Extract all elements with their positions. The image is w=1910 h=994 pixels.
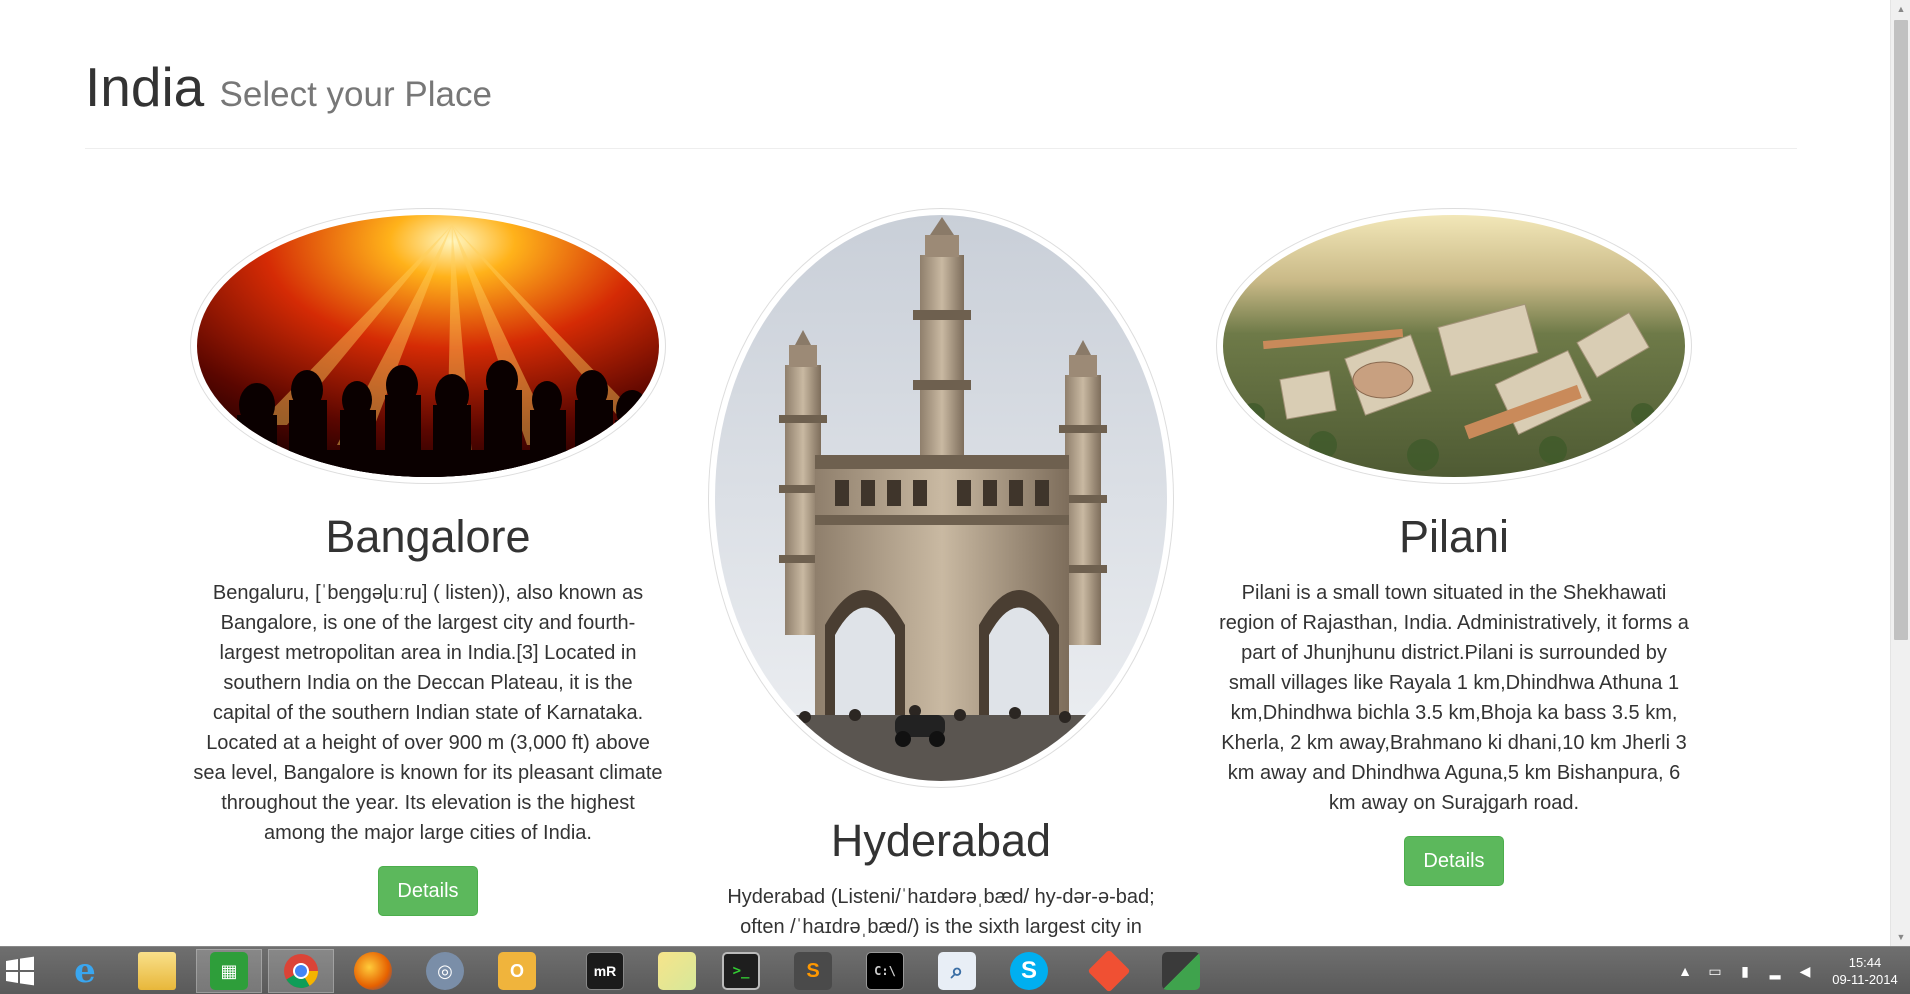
taskbar-file-explorer[interactable]: [124, 949, 190, 993]
magnifier-icon: ⌕: [938, 952, 976, 990]
taskbar-internet-explorer[interactable]: e: [52, 949, 118, 993]
sticky-notes-icon: [658, 952, 696, 990]
city-description-hyderabad: Hyderabad (Listeni/ˈhaɪdərəˌbæd/ hy-dər-…: [727, 886, 1155, 938]
network-app-icon: [1162, 952, 1200, 990]
tray-volume-icon[interactable]: ◀: [1796, 962, 1814, 980]
taskbar-git[interactable]: [1076, 949, 1142, 993]
page-title: India Select your Place: [85, 54, 1797, 128]
taskbar-sublime-text[interactable]: S: [780, 949, 846, 993]
place-card-bangalore: Bangalore Bengaluru, [ˈbeŋɡəɭuːru] ( lis…: [190, 208, 666, 916]
taskbar-network-app[interactable]: [1148, 949, 1214, 993]
taskbar-terminal[interactable]: >_: [708, 949, 774, 993]
taskbar-remote-app[interactable]: ◎: [412, 949, 478, 993]
pilani-image: [1216, 208, 1692, 484]
system-tray: ▲ ▭ ▮ ▂ ◀ 15:44 09-11-2014: [1670, 947, 1910, 994]
store-icon: ▦: [210, 952, 248, 990]
clock-date: 09-11-2014: [1832, 972, 1898, 987]
tray-signal-icon[interactable]: ▂: [1766, 962, 1784, 980]
taskbar-mremoteng[interactable]: mR: [572, 949, 638, 993]
taskbar-firefox[interactable]: [340, 949, 406, 993]
page-subtitle: Select your Place: [219, 75, 492, 114]
command-prompt-icon: C:\: [866, 952, 904, 990]
details-button-pilani[interactable]: Details: [1404, 836, 1504, 886]
chrome-icon: [282, 952, 320, 990]
taskbar-skype[interactable]: S: [996, 949, 1062, 993]
city-name-bangalore: Bangalore: [325, 511, 531, 562]
start-button[interactable]: [4, 955, 36, 987]
outlook-icon: O: [498, 952, 536, 990]
taskbar-store[interactable]: ▦: [196, 949, 262, 993]
city-description-pilani: Pilani is a small town situated in the S…: [1219, 582, 1689, 814]
terminal-icon: >_: [722, 952, 760, 990]
taskbar-cmd[interactable]: C:\: [852, 949, 918, 993]
tray-network-icon[interactable]: ▭: [1706, 962, 1724, 980]
windows-logo-icon: [6, 956, 34, 986]
place-card-hyderabad: Hyderabad Hyderabad (Listeni/ˈhaɪdərəˌbæ…: [703, 208, 1179, 942]
bangalore-image: [190, 208, 666, 484]
clock-time: 15:44: [1848, 955, 1882, 970]
skype-icon: S: [1010, 952, 1048, 990]
hyderabad-image: [708, 208, 1174, 788]
taskbar-outlook[interactable]: O: [484, 949, 550, 993]
scroll-down-arrow-icon[interactable]: ▼: [1895, 932, 1907, 942]
windows-taskbar: e ▦ ◎ O mR >_ S C:\ ⌕ S ▲ ▭ ▮ ▂ ◀ 15:44 …: [0, 946, 1910, 994]
tray-battery-icon[interactable]: ▮: [1736, 962, 1754, 980]
sublime-text-icon: S: [794, 952, 832, 990]
internet-explorer-icon: e: [74, 951, 96, 991]
details-button-bangalore[interactable]: Details: [378, 866, 478, 916]
scroll-up-arrow-icon[interactable]: ▲: [1895, 4, 1907, 14]
city-description-bangalore: Bengaluru, [ˈbeŋɡəɭuːru] ( listen)), als…: [193, 582, 663, 844]
taskbar-search-app[interactable]: ⌕: [924, 949, 990, 993]
tray-expand-icon[interactable]: ▲: [1676, 962, 1694, 980]
city-name-pilani: Pilani: [1398, 511, 1510, 562]
mremoteng-icon: mR: [586, 952, 624, 990]
taskbar-sticky-notes[interactable]: [644, 949, 710, 993]
taskbar-chrome[interactable]: [268, 949, 334, 993]
city-name-hyderabad: Hyderabad: [830, 815, 1052, 866]
firefox-icon: [354, 952, 392, 990]
title-text: India: [85, 56, 205, 118]
browser-page: India Select your Place Bangalore Bengal…: [0, 0, 1890, 946]
page-header: India Select your Place: [85, 54, 1797, 149]
vertical-scrollbar[interactable]: ▲ ▼: [1890, 0, 1910, 946]
place-card-pilani: Pilani Pilani is a small town situated i…: [1216, 208, 1692, 886]
taskbar-clock[interactable]: 15:44 09-11-2014: [1820, 954, 1910, 988]
folder-icon: [138, 952, 176, 990]
git-icon: [1087, 949, 1131, 993]
scroll-thumb[interactable]: [1894, 20, 1908, 640]
remote-desktop-icon: ◎: [426, 952, 464, 990]
